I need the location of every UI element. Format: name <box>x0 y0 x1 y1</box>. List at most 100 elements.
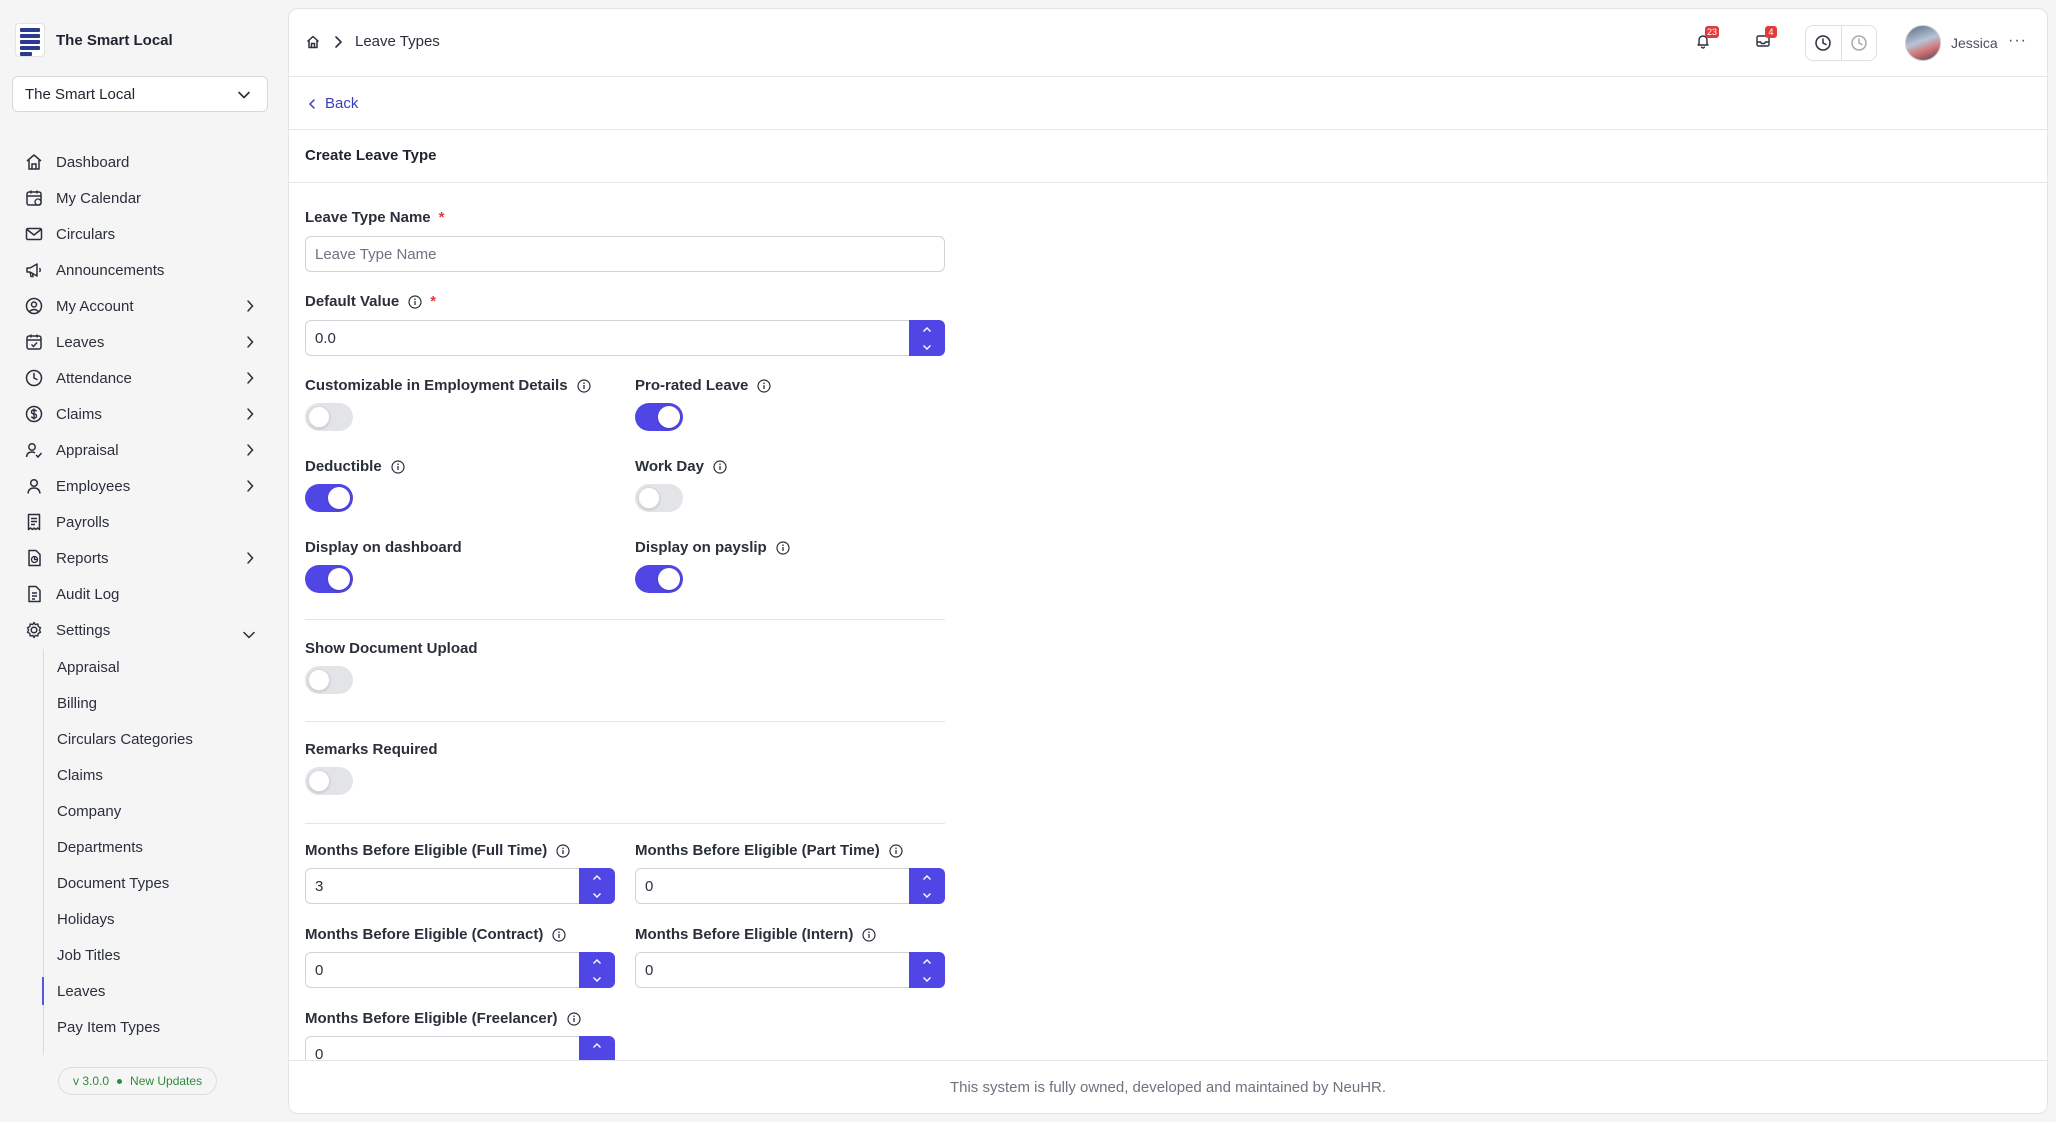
topbar-actions: 23 4 Jessica ··· <box>1667 25 2047 61</box>
nav-item-payrolls[interactable]: Payrolls <box>0 504 288 540</box>
nav-item-dashboard[interactable]: Dashboard <box>0 144 288 180</box>
nav-item-appraisal[interactable]: Appraisal <box>0 432 288 468</box>
chevron-down-icon <box>593 976 601 982</box>
nav-item-reports[interactable]: Reports <box>0 540 288 576</box>
info-icon[interactable] <box>713 459 727 474</box>
version-badge[interactable]: v 3.0.0 New Updates <box>58 1067 218 1095</box>
customizable-label: Customizable in Employment Details <box>305 377 591 394</box>
status-dot <box>117 1078 123 1084</box>
info-icon[interactable] <box>391 459 405 474</box>
info-icon[interactable] <box>576 378 591 393</box>
info-icon[interactable] <box>552 927 566 942</box>
info-icon[interactable] <box>408 294 422 309</box>
decrement-button[interactable] <box>909 886 945 904</box>
increment-button[interactable] <box>909 952 945 970</box>
notifications-button[interactable]: 23 <box>1695 26 1720 53</box>
nav-item-claims[interactable]: Claims <box>0 396 288 432</box>
organization-select[interactable]: The Smart Local <box>12 76 268 112</box>
organization-select-value: The Smart Local <box>25 85 136 103</box>
clock-in-icon <box>1815 35 1832 51</box>
nav-label: My Account <box>56 297 134 315</box>
clock-in-button[interactable] <box>1806 26 1841 60</box>
decrement-button[interactable] <box>579 886 615 904</box>
increment-button[interactable] <box>909 320 945 338</box>
nav-item-audit-log[interactable]: Audit Log <box>0 576 288 612</box>
display-dashboard-toggle[interactable] <box>305 565 353 593</box>
remarks-required-toggle[interactable] <box>305 767 353 795</box>
display-payslip-toggle[interactable] <box>635 565 683 593</box>
info-icon[interactable] <box>776 540 790 555</box>
chevron-down-icon <box>238 91 250 99</box>
info-icon[interactable] <box>862 927 876 942</box>
months-eligible-intern-input[interactable]: 0 <box>635 952 909 988</box>
months-eligible-full-time-label: Months Before Eligible (Full Time) <box>305 842 570 859</box>
settings-item-leaves[interactable]: Leaves <box>42 973 243 1009</box>
toggle-knob <box>658 406 680 428</box>
work-day-toggle[interactable] <box>635 484 683 512</box>
increment-button[interactable] <box>579 868 615 886</box>
deductible-toggle[interactable] <box>305 484 353 512</box>
clock-out-icon <box>1851 35 1867 51</box>
default-value-input[interactable]: 0.0 <box>305 320 909 356</box>
nav-item-attendance[interactable]: Attendance <box>0 360 288 396</box>
settings-item-claims[interactable]: Claims <box>44 757 243 793</box>
user-name[interactable]: Jessica <box>1951 35 1998 51</box>
months-eligible-part-time-label: Months Before Eligible (Part Time) <box>635 842 903 859</box>
customizable-toggle[interactable] <box>305 403 353 431</box>
settings-item-document-types[interactable]: Document Types <box>44 865 243 901</box>
settings-item-company[interactable]: Company <box>44 793 243 829</box>
nav-item-employees[interactable]: Employees <box>0 468 288 504</box>
nav-item-leaves[interactable]: Leaves <box>0 324 288 360</box>
settings-item-holidays[interactable]: Holidays <box>44 901 243 937</box>
settings-item-billing[interactable]: Billing <box>44 685 243 721</box>
increment-button[interactable] <box>909 868 945 886</box>
months-eligible-contract-input[interactable]: 0 <box>305 952 579 988</box>
months-eligible-contract-stepper[interactable]: 0 <box>305 952 615 988</box>
info-icon[interactable] <box>556 843 570 858</box>
months-eligible-contract-label-text: Months Before Eligible (Contract) <box>305 926 544 943</box>
nav-item-announcements[interactable]: Announcements <box>0 252 288 288</box>
user-circle-icon <box>24 296 44 316</box>
more-options-icon[interactable]: ··· <box>2008 32 2027 50</box>
nav-item-my-calendar[interactable]: My Calendar <box>0 180 288 216</box>
settings-item-departments[interactable]: Departments <box>44 829 243 865</box>
info-icon[interactable] <box>889 843 903 858</box>
brand[interactable]: The Smart Local <box>15 23 173 57</box>
default-value-stepper[interactable]: 0.0 <box>305 320 945 356</box>
pro-rated-toggle[interactable] <box>635 403 683 431</box>
settings-item-appraisal[interactable]: Appraisal <box>44 649 243 685</box>
required-marker: * <box>430 293 437 310</box>
nav-item-my-account[interactable]: My Account <box>0 288 288 324</box>
settings-item-pay-item-types[interactable]: Pay Item Types <box>44 1009 243 1045</box>
clock-out-button[interactable] <box>1840 26 1876 60</box>
decrement-button[interactable] <box>909 338 945 356</box>
months-eligible-intern-stepper[interactable]: 0 <box>635 952 945 988</box>
avatar[interactable] <box>1905 25 1941 61</box>
nav-label: Leaves <box>56 333 105 351</box>
info-icon[interactable] <box>757 378 771 393</box>
decrement-button[interactable] <box>909 970 945 988</box>
months-eligible-full-time-stepper[interactable]: 3 <box>305 868 615 904</box>
leave-type-name-input[interactable]: Leave Type Name <box>305 236 945 272</box>
settings-item-job-titles[interactable]: Job Titles <box>44 937 243 973</box>
months-eligible-part-time-stepper[interactable]: 0 <box>635 868 945 904</box>
chevron-down-icon <box>923 892 931 898</box>
inbox-button[interactable]: 4 <box>1755 26 1777 53</box>
show-document-upload-toggle[interactable] <box>305 666 353 694</box>
nav-label: Employees <box>56 477 131 495</box>
home-icon[interactable] <box>305 34 321 50</box>
decrement-button[interactable] <box>579 970 615 988</box>
settings-item-circulars-categories[interactable]: Circulars Categories <box>44 721 243 757</box>
divider <box>305 823 945 824</box>
chevron-right-icon <box>246 407 254 425</box>
back-link[interactable]: Back <box>308 95 358 112</box>
breadcrumb-current[interactable]: Leave Types <box>355 33 440 50</box>
months-eligible-full-time-input[interactable]: 3 <box>305 868 579 904</box>
increment-button[interactable] <box>579 1036 615 1054</box>
info-icon[interactable] <box>566 1011 581 1026</box>
increment-button[interactable] <box>579 952 615 970</box>
months-eligible-part-time-input[interactable]: 0 <box>635 868 909 904</box>
nav-item-settings[interactable]: Settings <box>0 612 288 648</box>
show-document-upload-label: Show Document Upload <box>305 640 478 657</box>
nav-item-circulars[interactable]: Circulars <box>0 216 288 252</box>
